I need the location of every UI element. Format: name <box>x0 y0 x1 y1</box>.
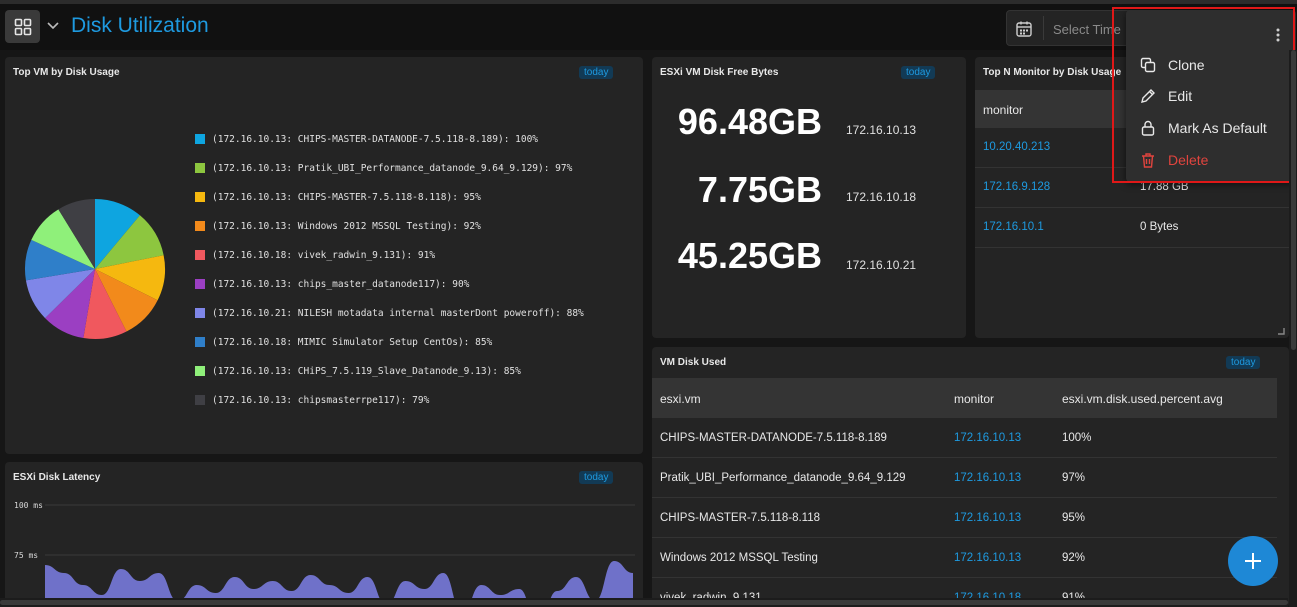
free-bytes-ip: 172.16.10.13 <box>846 123 917 137</box>
chevron-down-icon[interactable] <box>46 18 60 32</box>
column-header[interactable]: esxi.vm.disk.used.percent.avg <box>1062 392 1223 406</box>
legend-label: (172.16.10.18: vivek_radwin_9.131): 91% <box>212 249 436 261</box>
legend-swatch <box>195 250 205 260</box>
vertical-scrollbar[interactable] <box>1289 50 1297 607</box>
monitor-link[interactable]: 172.16.9.128 <box>983 181 1050 193</box>
y-tick-label: 100 ms <box>14 501 43 510</box>
add-widget-button[interactable] <box>1228 536 1278 586</box>
today-badge[interactable]: today <box>901 66 936 79</box>
free-bytes-ip: 172.16.10.21 <box>846 258 917 272</box>
legend-swatch <box>195 395 205 405</box>
top-vm-panel: Top VM by Disk Usage today (172.16.10.13… <box>5 57 643 454</box>
legend-swatch <box>195 192 205 202</box>
legend-item[interactable]: (172.16.10.13: CHIPS-MASTER-DATANODE-7.5… <box>195 132 538 146</box>
legend-swatch <box>195 337 205 347</box>
page-title: Disk Utilization <box>71 14 209 37</box>
legend-swatch <box>195 134 205 144</box>
legend-item[interactable]: (172.16.10.18: MIMIC Simulator Setup Cen… <box>195 335 492 349</box>
used-percent: 95% <box>1062 512 1086 524</box>
legend-label: (172.16.10.13: CHIPS-MASTER-DATANODE-7.5… <box>212 133 539 145</box>
legend-item[interactable]: (172.16.10.18: vivek_radwin_9.131): 91% <box>195 248 435 262</box>
latency-panel: ESXi Disk Latency today 100 ms 75 ms <box>5 462 643 607</box>
panel-title: ESXi VM Disk Free Bytes <box>660 67 779 78</box>
legend-label: (172.16.10.13: chipsmasterrpe117): 79% <box>212 394 430 406</box>
monitor-link[interactable]: 172.16.10.1 <box>983 221 1044 233</box>
legend-item[interactable]: (172.16.10.13: CHIPS-MASTER-7.5.118-8.11… <box>195 190 481 204</box>
legend-label: (172.16.10.13: chips_master_datanode117)… <box>212 278 470 290</box>
legend-swatch <box>195 221 205 231</box>
legend-label: (172.16.10.18: MIMIC Simulator Setup Cen… <box>212 336 493 348</box>
table-header: esxi.vm monitor esxi.vm.disk.used.percen… <box>652 378 1277 418</box>
dashboard-grid-button[interactable] <box>5 10 40 43</box>
panel-title: Top N Monitor by Disk Usage <box>983 67 1122 78</box>
grid-icon <box>14 18 31 35</box>
legend-item[interactable]: (172.16.10.13: Pratik_UBI_Performance_da… <box>195 161 572 175</box>
resize-handle-icon[interactable] <box>1277 327 1285 335</box>
table-row[interactable]: Windows 2012 MSSQL Testing 172.16.10.13 92… <box>652 538 1277 578</box>
free-bytes-value: 45.25GB <box>677 235 822 276</box>
legend-swatch <box>195 366 205 376</box>
table-row[interactable]: Pratik_UBI_Performance_datanode_9.64_9.1… <box>652 458 1277 498</box>
vm-name: Windows 2012 MSSQL Testing <box>660 552 818 564</box>
scrollbar-thumb[interactable] <box>0 600 1288 605</box>
legend-label: (172.16.10.21: NILESH motadata internal … <box>212 307 584 319</box>
vm-name: CHIPS-MASTER-DATANODE-7.5.118-8.189 <box>660 432 887 444</box>
latency-area-chart: 100 ms 75 ms <box>14 501 635 607</box>
legend-label: (172.16.10.13: CHiPS_7.5.119_Slave_Datan… <box>212 365 521 377</box>
panel-title: Top VM by Disk Usage <box>13 67 120 78</box>
used-percent: 92% <box>1062 552 1086 564</box>
free-bytes-value: 7.75GB <box>697 169 822 210</box>
divider <box>1043 16 1044 40</box>
highlight-box <box>1112 7 1295 183</box>
time-placeholder: Select Time <box>1053 22 1121 37</box>
legend-swatch <box>195 308 205 318</box>
legend-item[interactable]: (172.16.10.13: chipsmasterrpe117): 79% <box>195 393 429 407</box>
monitor-link[interactable]: 172.16.10.13 <box>954 512 1021 524</box>
table-row[interactable]: CHIPS-MASTER-DATANODE-7.5.118-8.189 172.1… <box>652 418 1277 458</box>
free-bytes-panel: ESXi VM Disk Free Bytes today 96.48GB 17… <box>652 57 966 338</box>
pie-chart <box>25 199 165 339</box>
column-header[interactable]: monitor <box>954 392 994 406</box>
legend-item[interactable]: (172.16.10.13: Windows 2012 MSSQL Testin… <box>195 219 481 233</box>
legend-item[interactable]: (172.16.10.13: CHiPS_7.5.119_Slave_Datan… <box>195 364 521 378</box>
monitor-link[interactable]: 172.16.10.13 <box>954 472 1021 484</box>
used-percent: 100% <box>1062 432 1092 444</box>
column-header[interactable]: esxi.vm <box>660 392 701 406</box>
column-header[interactable]: monitor <box>983 103 1023 117</box>
legend-label: (172.16.10.13: Pratik_UBI_Performance_da… <box>212 162 573 174</box>
legend-label: (172.16.10.13: CHIPS-MASTER-7.5.118-8.11… <box>212 191 481 203</box>
used-percent: 97% <box>1062 472 1086 484</box>
free-bytes-ip: 172.16.10.18 <box>846 190 917 204</box>
legend-item[interactable]: (172.16.10.21: NILESH motadata internal … <box>195 306 584 320</box>
table-row[interactable]: 172.16.10.1 0 Bytes <box>975 208 1289 248</box>
legend-label: (172.16.10.13: Windows 2012 MSSQL Testin… <box>212 220 481 232</box>
today-badge[interactable]: today <box>579 66 614 79</box>
y-tick-label: 75 ms <box>14 551 38 560</box>
panel-title: VM Disk Used <box>660 357 727 368</box>
monitor-link[interactable]: 172.16.10.13 <box>954 432 1021 444</box>
vm-disk-used-panel: VM Disk Used today esxi.vm monitor esxi.… <box>652 347 1289 607</box>
free-bytes-value: 96.48GB <box>677 101 822 142</box>
legend-swatch <box>195 163 205 173</box>
vm-name: CHIPS-MASTER-7.5.118-8.118 <box>660 512 820 524</box>
today-badge[interactable]: today <box>1226 356 1261 369</box>
plus-icon <box>1245 553 1261 569</box>
legend-item[interactable]: (172.16.10.13: chips_master_datanode117)… <box>195 277 469 291</box>
calendar-icon <box>1016 21 1032 37</box>
vm-name: Pratik_UBI_Performance_datanode_9.64_9.1… <box>660 472 906 484</box>
horizontal-scrollbar[interactable] <box>0 598 1288 607</box>
top-bar: Disk Utilization Select Time <box>0 0 1297 50</box>
monitor-link[interactable]: 172.16.10.13 <box>954 552 1021 564</box>
monitor-link[interactable]: 10.20.40.213 <box>983 141 1050 153</box>
usage-value: 0 Bytes <box>1140 221 1179 233</box>
table-row[interactable]: CHIPS-MASTER-7.5.118-8.118 172.16.10.13 95… <box>652 498 1277 538</box>
legend-swatch <box>195 279 205 289</box>
scrollbar-thumb[interactable] <box>1291 50 1296 350</box>
